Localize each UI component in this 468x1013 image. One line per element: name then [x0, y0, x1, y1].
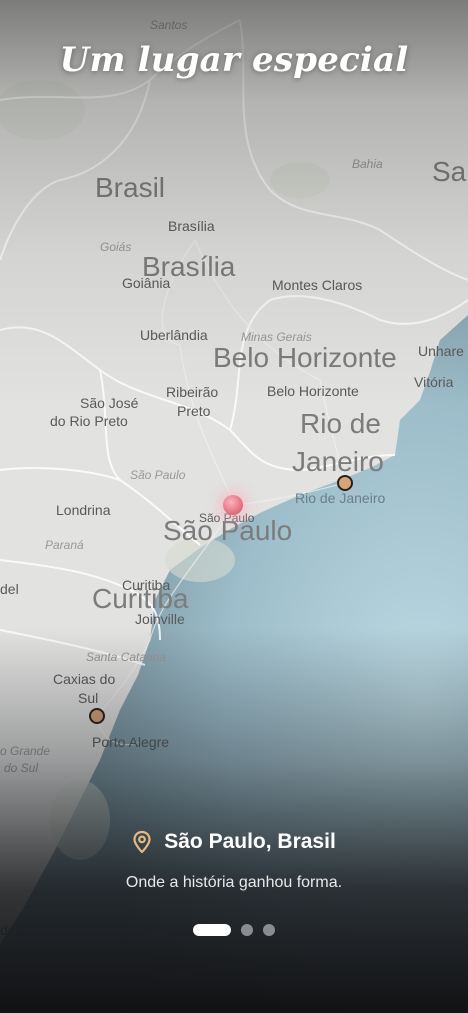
map-label-bahia: Bahia — [352, 157, 383, 171]
map-label-rio-city: Rio de Janeiro — [295, 490, 386, 506]
location-pin-icon — [133, 830, 151, 854]
map-label-goiania: Goiânia — [122, 275, 171, 291]
map-label-rio-big-2: Janeiro — [292, 446, 384, 477]
map-label-rio-big-1: Rio de — [300, 408, 381, 439]
map-label-sao-jose-1: São José — [80, 395, 139, 411]
page-dot-3[interactable] — [263, 924, 275, 936]
page-title: Um lugar especial — [59, 40, 409, 80]
map-label-goias: Goiás — [100, 240, 132, 254]
map-label-vitoria: Vitória — [414, 374, 454, 390]
page-dot-1-active[interactable] — [193, 924, 231, 936]
map-label-montes-claros: Montes Claros — [272, 277, 363, 293]
map-label-belo-horizonte-city: Belo Horizonte — [267, 383, 359, 399]
map-label-ribeirao-1: Ribeirão — [166, 384, 219, 400]
map-label-del: del — [0, 581, 19, 597]
map-label-brasil: Brasil — [95, 172, 166, 203]
page-indicator — [0, 924, 468, 936]
map-label-belo-horizonte-big: Belo Horizonte — [213, 342, 397, 373]
map-label-sa: Sa — [432, 156, 467, 187]
location-heading: São Paulo, Brasil — [0, 830, 468, 854]
map-label-unhare: Unhare — [418, 343, 464, 359]
map-label-sao-jose-2: do Rio Preto — [50, 413, 128, 429]
map-marker-rio-de-janeiro[interactable] — [337, 475, 353, 491]
map-label-ribeirao-2: Preto — [177, 403, 211, 419]
map-label-joinville: Joinville — [135, 611, 185, 627]
map-label-londrina: Londrina — [56, 502, 111, 518]
map-label-caxias-2: Sul — [78, 690, 99, 706]
map-label-sao-paulo-big: São Paulo — [163, 515, 293, 546]
map-label-sao-paulo-state: São Paulo — [130, 468, 186, 482]
map-label-caxias-1: Caxias do — [53, 671, 116, 687]
onboarding-screen: Santos Bahia Sa Brasil Brasília Goiás Br… — [0, 0, 468, 1013]
map-label-porto-alegre: Porto Alegre — [92, 734, 170, 750]
location-name: São Paulo, Brasil — [164, 830, 336, 853]
page-dot-2[interactable] — [241, 924, 253, 936]
map-marker-caxias-do-sul[interactable] — [89, 708, 105, 724]
map-label-uberlandia: Uberlândia — [140, 327, 208, 343]
map-marker-sao-paulo-active[interactable] — [223, 495, 243, 515]
map-label-brasilia-city: Brasília — [168, 218, 215, 234]
location-description: Onde a história ganhou forma. — [125, 874, 343, 891]
map-label-grande-2: do Sul — [4, 761, 39, 775]
map-label-santa-catarina: Santa Catarina — [86, 650, 167, 664]
map-label-parana: Paraná — [45, 538, 84, 552]
map-label-santos: Santos — [150, 18, 188, 32]
map-label-grande-1: o Grande — [0, 744, 51, 758]
